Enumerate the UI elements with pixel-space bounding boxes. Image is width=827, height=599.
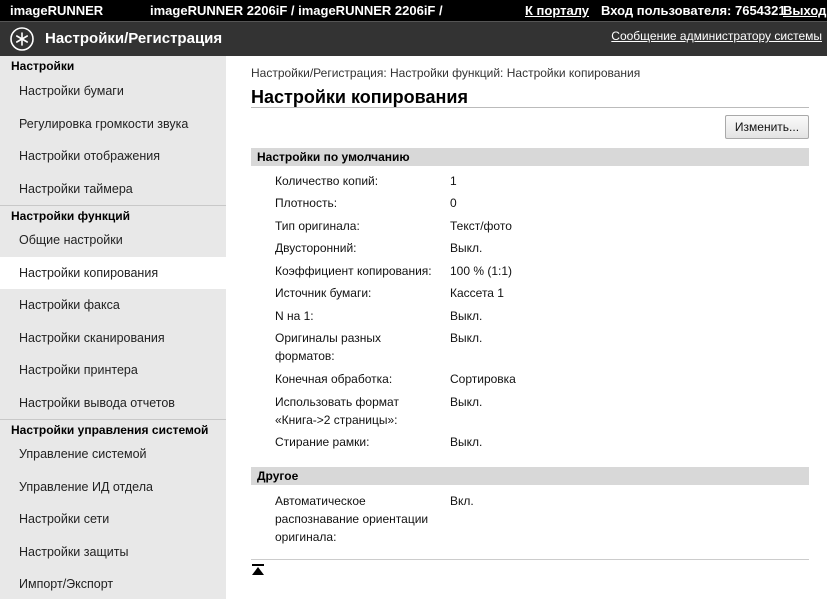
setting-value: 1 xyxy=(450,174,457,188)
setting-value: Кассета 1 xyxy=(450,286,504,300)
app-title: Настройки/Регистрация xyxy=(45,30,223,47)
sidebar-section-function-settings: Настройки функций xyxy=(0,205,226,224)
setting-value: Выкл. xyxy=(450,395,483,409)
admin-message-link[interactable]: Сообщение администратору системы xyxy=(611,29,822,43)
sidebar-item-timer[interactable]: Настройки таймера xyxy=(0,173,226,206)
device-model: imageRUNNER 2206iF / imageRUNNER 2206iF … xyxy=(150,3,443,18)
setting-value: Текст/фото xyxy=(450,219,512,233)
setting-label: Стирание рамки: xyxy=(275,435,370,449)
setting-label: Автоматическое распознавание ориентации … xyxy=(275,494,429,544)
sidebar-section-system-management: Настройки управления системой xyxy=(0,419,226,438)
setting-value: Выкл. xyxy=(450,241,483,255)
sidebar-item-printer[interactable]: Настройки принтера xyxy=(0,354,226,387)
setting-label: Двусторонний: xyxy=(275,241,357,255)
sidebar-item-display[interactable]: Настройки отображения xyxy=(0,140,226,173)
setting-value: Вкл. xyxy=(450,494,474,508)
logout-link[interactable]: Выход xyxy=(783,3,826,18)
product-name: imageRUNNER xyxy=(10,3,104,18)
sidebar-item-report-output[interactable]: Настройки вывода отчетов xyxy=(0,387,226,420)
sidebar-item-paper-settings[interactable]: Настройки бумаги xyxy=(0,75,226,108)
setting-value: 100 % (1:1) xyxy=(450,264,513,278)
title-bar: Настройки/Регистрация Сообщение админист… xyxy=(0,21,827,56)
setting-label: Плотность: xyxy=(275,196,338,210)
page-title: Настройки копирования xyxy=(251,87,468,107)
setting-value: Выкл. xyxy=(450,309,483,323)
sidebar-section-settings: Настройки xyxy=(11,59,75,73)
group-header-defaults: Настройки по умолчанию xyxy=(251,148,809,166)
group-header-other: Другое xyxy=(251,467,809,485)
setting-label: Использовать формат «Книга->2 страницы»: xyxy=(275,395,399,427)
setting-label: Коэффициент копирования: xyxy=(275,264,432,278)
setting-label: Источник бумаги: xyxy=(275,286,372,300)
back-to-top-icon[interactable] xyxy=(252,564,264,576)
portal-link[interactable]: К порталу xyxy=(525,3,589,18)
sidebar-item-network[interactable]: Настройки сети xyxy=(0,503,226,536)
sidebar-item-security[interactable]: Настройки защиты xyxy=(0,536,226,569)
bottom-divider xyxy=(251,559,809,560)
sidebar: Настройки Настройки бумаги Регулировка г… xyxy=(0,56,226,599)
sidebar-item-copy[interactable]: Настройки копирования xyxy=(0,256,226,289)
main-content: Настройки/Регистрация: Настройки функций… xyxy=(226,56,827,599)
setting-label: Количество копий: xyxy=(275,174,379,188)
setting-value: Сортировка xyxy=(450,372,516,386)
setting-label: N на 1: xyxy=(275,309,314,323)
title-divider xyxy=(251,107,809,108)
user-login-info: Вход пользователя: 7654321 xyxy=(601,3,786,18)
sidebar-item-system-management[interactable]: Управление системой xyxy=(0,438,226,471)
setting-label: Оригиналы разных форматов: xyxy=(275,331,382,363)
setting-value: Выкл. xyxy=(450,331,483,345)
setting-value: 0 xyxy=(450,196,457,210)
sidebar-item-import-export[interactable]: Импорт/Экспорт xyxy=(0,568,226,599)
edit-button[interactable]: Изменить... xyxy=(725,115,809,139)
sidebar-item-fax[interactable]: Настройки факса xyxy=(0,289,226,322)
settings-logo-icon xyxy=(10,27,34,51)
breadcrumb: Настройки/Регистрация: Настройки функций… xyxy=(251,66,641,80)
setting-label: Тип оригинала: xyxy=(275,219,360,233)
setting-label: Конечная обработка: xyxy=(275,372,393,386)
sidebar-item-common[interactable]: Общие настройки xyxy=(0,224,226,257)
sidebar-item-volume[interactable]: Регулировка громкости звука xyxy=(0,108,226,141)
top-bar: imageRUNNER imageRUNNER 2206iF / imageRU… xyxy=(0,0,827,21)
sidebar-item-scan[interactable]: Настройки сканирования xyxy=(0,322,226,355)
setting-value: Выкл. xyxy=(450,435,483,449)
sidebar-item-department-id[interactable]: Управление ИД отдела xyxy=(0,471,226,504)
